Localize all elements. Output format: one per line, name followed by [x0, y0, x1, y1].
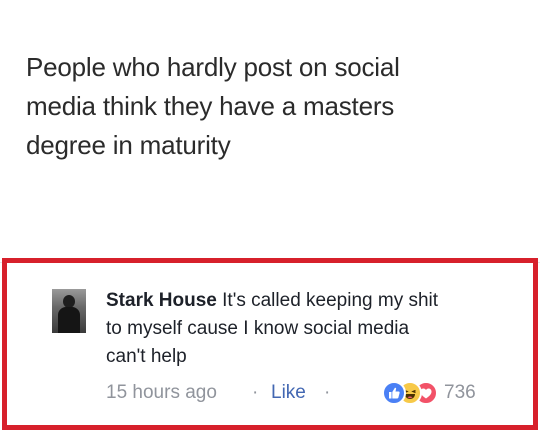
- avatar-body: [58, 307, 80, 333]
- post-text-line: People who hardly post on social: [26, 52, 400, 82]
- avatar[interactable]: [52, 289, 86, 333]
- comment-timestamp[interactable]: 15 hours ago: [106, 380, 217, 406]
- post-text: People who hardly post on social media t…: [26, 48, 526, 165]
- meta-separator: ·: [324, 382, 331, 403]
- comment-meta: 15 hours ago · Like · 736: [106, 380, 526, 406]
- comment-line-1: Stark House It's called keeping my shit: [106, 287, 506, 315]
- post-text-line: degree in maturity: [26, 130, 231, 160]
- comment-body: Stark House It's called keeping my shit …: [106, 287, 506, 371]
- comment-author[interactable]: Stark House: [106, 290, 217, 311]
- post-text-line: media think they have a masters: [26, 91, 395, 121]
- reaction-count: 736: [444, 382, 476, 403]
- like-button[interactable]: Like: [271, 380, 306, 406]
- highlighted-comment: Stark House It's called keeping my shit …: [2, 258, 538, 430]
- meta-separator: ·: [252, 382, 259, 403]
- like-icon: [382, 381, 406, 405]
- comment-text-3: can't help: [106, 346, 187, 367]
- comment-text-1: It's called keeping my shit: [216, 290, 439, 311]
- reactions-summary[interactable]: 736: [382, 381, 522, 405]
- comment-text-2: to myself cause I know social media: [106, 318, 410, 339]
